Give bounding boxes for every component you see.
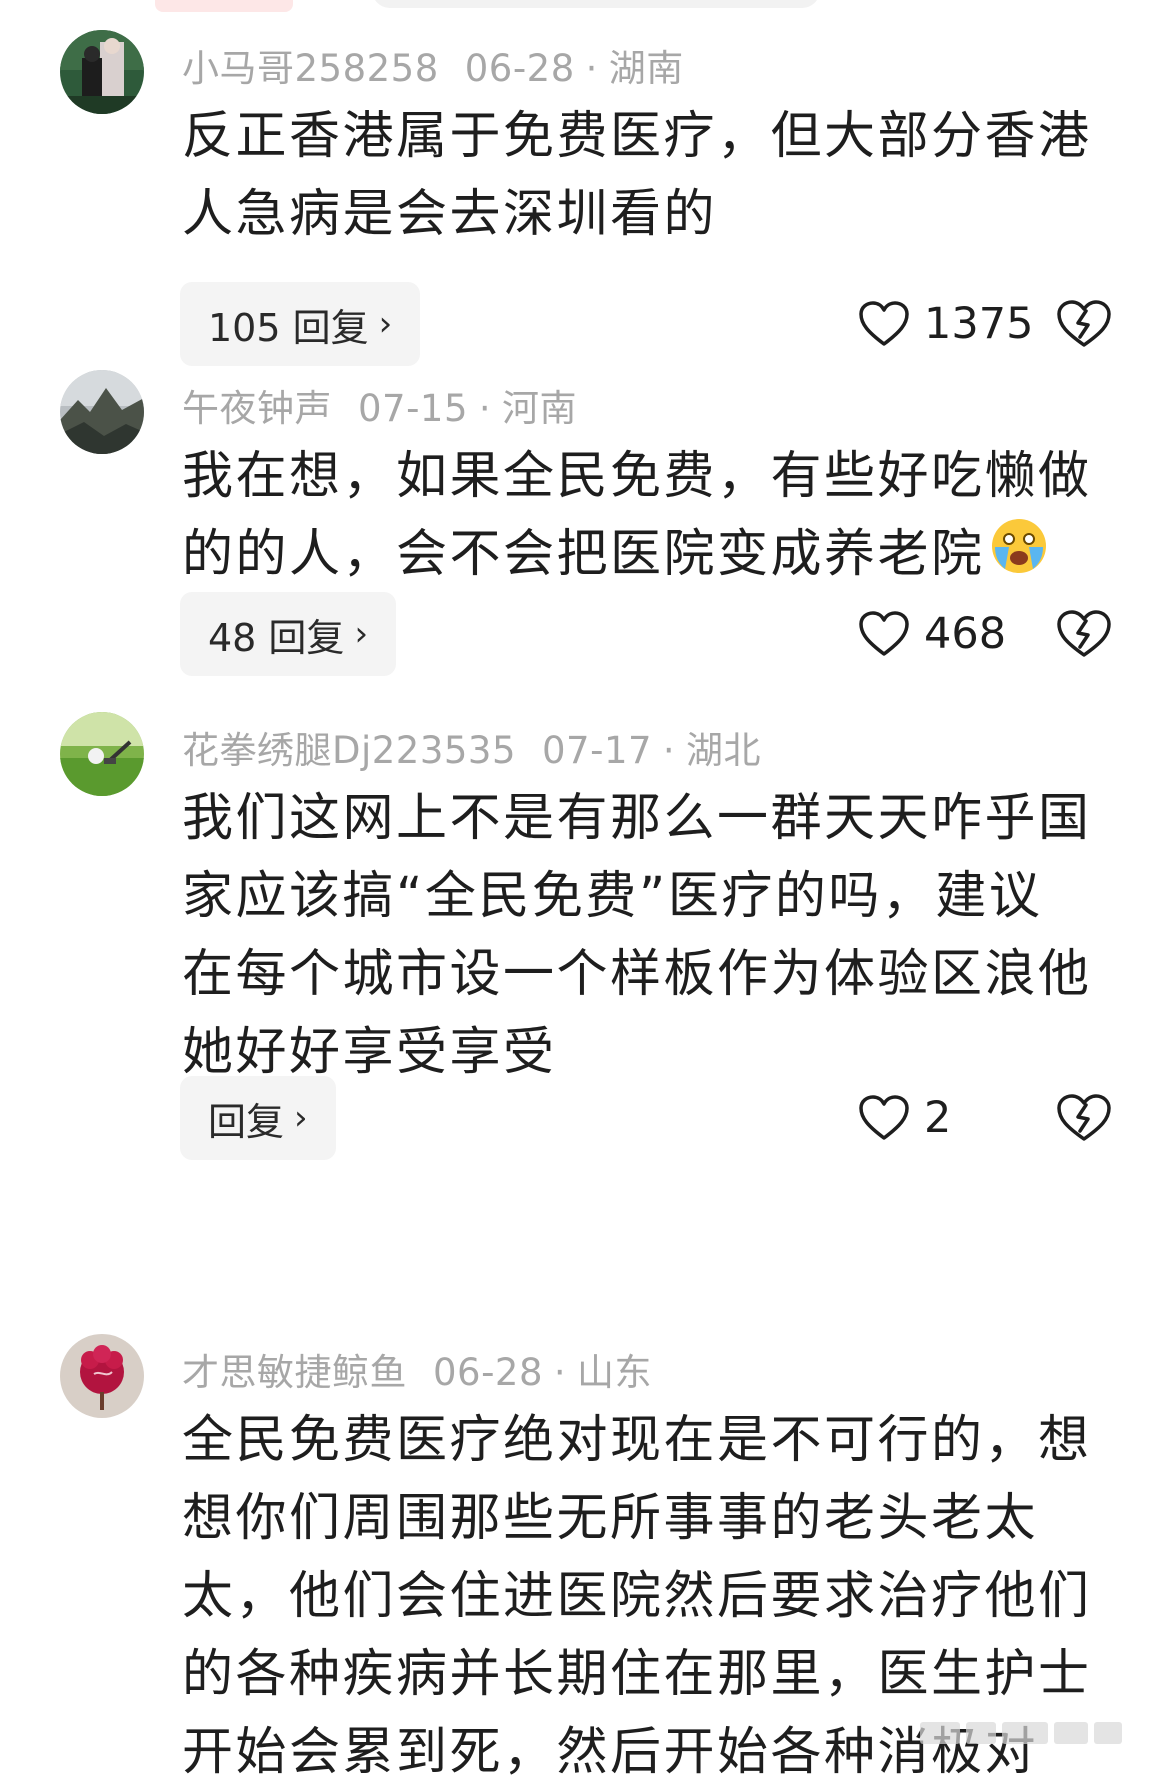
previous-tag <box>155 0 293 12</box>
avatar[interactable] <box>60 30 144 114</box>
like-button[interactable]: 1375 <box>858 282 1033 366</box>
comment-text-line: 我在想，如果全民免费，有些好吃懒做 <box>182 447 1092 506</box>
comment-text-line: 人急病是会去深圳看的 <box>182 185 718 244</box>
avatar[interactable] <box>60 712 144 796</box>
broken-heart-icon <box>1057 1094 1111 1141</box>
comment-location: 湖北 <box>686 729 762 772</box>
crying-face-emoji <box>989 517 1049 598</box>
comment-text: 我在想，如果全民免费，有些好吃懒做 的的人，会不会把医院变成养老院 <box>182 438 1122 598</box>
dislike-button[interactable] <box>1056 299 1112 349</box>
dislike-button[interactable] <box>1056 1093 1112 1143</box>
username[interactable]: 小马哥258258 <box>182 47 439 90</box>
avatar[interactable] <box>60 370 144 454</box>
separator: · <box>553 1351 567 1394</box>
comment-text: 反正香港属于免费医疗，但大部分香港 人急病是会去深圳看的 <box>182 98 1122 254</box>
comment-location: 山东 <box>577 1351 653 1394</box>
comment-location: 湖南 <box>608 47 684 90</box>
chevron-right-icon: › <box>294 1098 308 1138</box>
comment-location: 河南 <box>502 387 578 430</box>
separator: · <box>662 729 676 772</box>
comment-meta: 才思敏捷鲸鱼 06-28 · 山东 <box>182 1342 652 1396</box>
reply-label: 48 回复 <box>208 615 345 660</box>
comment-text-line: 我们这网上不是有那么一群天天咋乎国 <box>182 789 1092 848</box>
comment-text-line: 的各种疾病并长期住在那里，医生护士 <box>182 1645 1092 1704</box>
comment-text-line: 在每个城市设一个样板作为体验区浪他 <box>182 945 1092 1004</box>
view-replies-button[interactable]: 回复 › <box>180 1076 336 1160</box>
comment-date: 06-28 <box>433 1351 544 1394</box>
comment-text-line: 太，他们会住进医院然后要求治疗他们 <box>182 1567 1092 1626</box>
separator: · <box>478 387 492 430</box>
username[interactable]: 花拳绣腿Dj223535 <box>182 729 516 772</box>
comment-meta: 花拳绣腿Dj223535 07-17 · 湖北 <box>182 720 761 774</box>
heart-outline-icon <box>859 611 909 656</box>
like-button[interactable]: 2 <box>858 1076 951 1160</box>
comment-text-line: 反正香港属于免费医疗，但大部分香港 <box>182 107 1092 166</box>
view-replies-button[interactable]: 48 回复 › <box>180 592 397 676</box>
watermark <box>920 1722 1140 1746</box>
like-count: 1375 <box>924 299 1034 349</box>
comment-meta: 午夜钟声 07-15 · 河南 <box>182 378 577 432</box>
username[interactable]: 才思敏捷鲸鱼 <box>182 1351 407 1394</box>
previous-pill <box>372 0 820 8</box>
reply-label: 105 回复 <box>208 305 369 350</box>
like-button[interactable]: 468 <box>858 592 1006 676</box>
reply-label: 回复 <box>208 1099 285 1144</box>
comment-text-line: 全民免费医疗绝对现在是不可行的，想 <box>182 1411 1092 1470</box>
chevron-right-icon: › <box>378 304 393 344</box>
comment-date: 07-15 <box>358 387 469 430</box>
chevron-right-icon: › <box>354 614 369 654</box>
broken-heart-icon <box>1057 610 1111 657</box>
comment-date: 06-28 <box>464 47 575 90</box>
comment-meta: 小马哥258258 06-28 · 湖南 <box>182 38 684 92</box>
like-count: 2 <box>924 1093 952 1143</box>
comment-date: 07-17 <box>542 729 653 772</box>
broken-heart-icon <box>1057 300 1111 347</box>
comment-text: 我们这网上不是有那么一群天天咋乎国 家应该搞“全民免费”医疗的吗，建议 在每个城… <box>182 780 1122 1092</box>
like-count: 468 <box>924 609 1007 659</box>
separator: · <box>585 47 598 90</box>
comment-text-line: 家应该搞“全民免费”医疗的吗，建议 <box>182 867 1043 926</box>
heart-outline-icon <box>859 1095 909 1140</box>
dislike-button[interactable] <box>1056 609 1112 659</box>
previous-item-edge <box>0 0 1170 14</box>
heart-outline-icon <box>859 301 909 346</box>
view-replies-button[interactable]: 105 回复 › <box>180 282 421 366</box>
comment-text-line: 想你们周围那些无所事事的老头老太 <box>182 1489 1039 1548</box>
avatar[interactable] <box>60 1334 144 1418</box>
username[interactable]: 午夜钟声 <box>182 387 332 430</box>
comment-text-line: 的的人，会不会把医院变成养老院 <box>182 516 1122 598</box>
